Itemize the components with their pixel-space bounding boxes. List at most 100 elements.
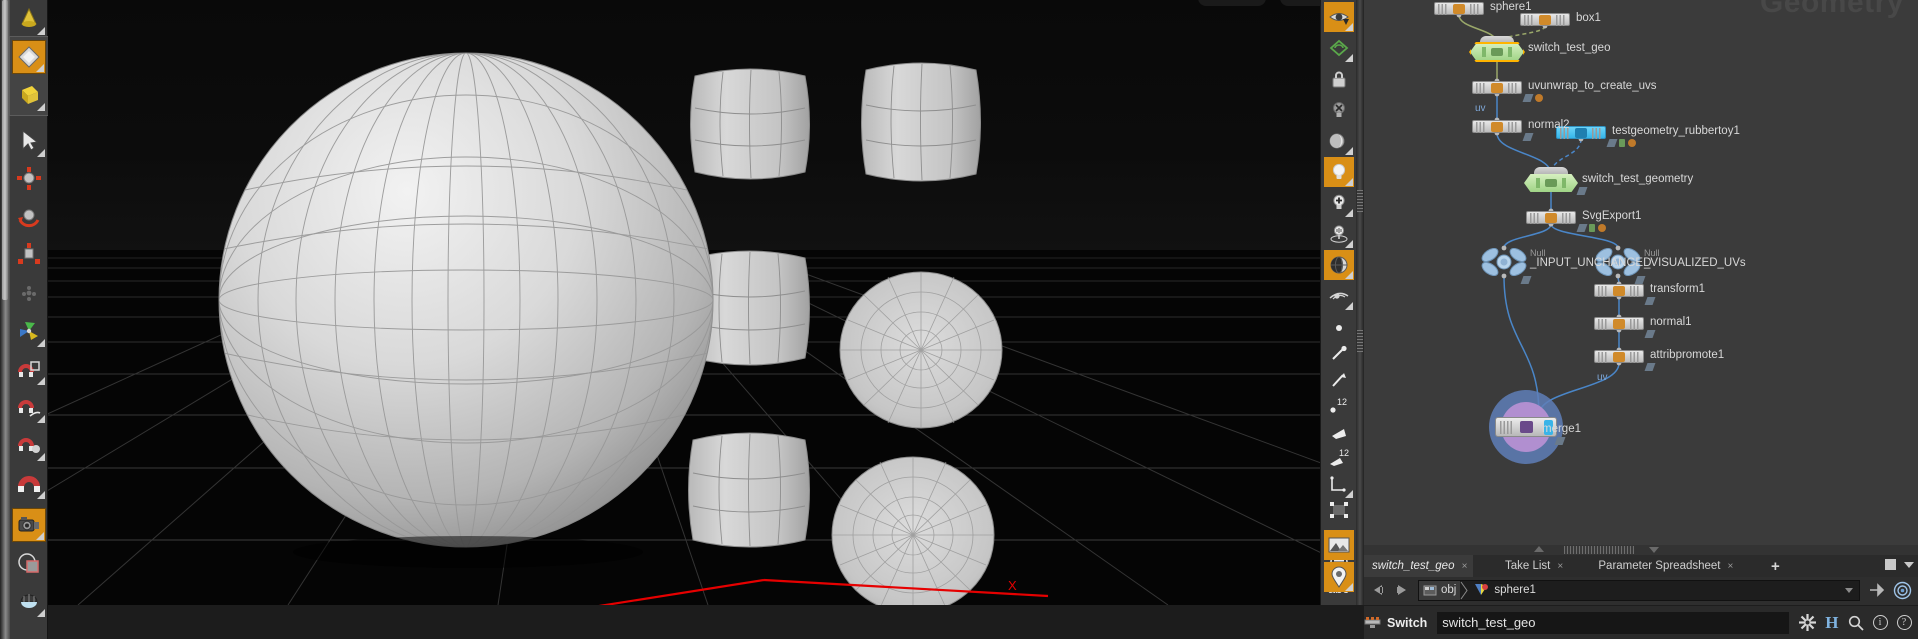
node-label-normal1: normal1 (1650, 316, 1692, 328)
path-input[interactable]: obj sphere1 (1418, 579, 1860, 601)
flag-comment[interactable] (1576, 187, 1588, 195)
node-normal1[interactable] (1594, 317, 1644, 330)
soft-tool[interactable] (12, 276, 46, 310)
node-transform1[interactable] (1594, 284, 1644, 297)
node-flags-normal2 (1522, 133, 1535, 141)
node-attribpromote1[interactable] (1594, 350, 1644, 363)
background-image[interactable] (1324, 530, 1354, 560)
tab-close-icon[interactable]: × (1728, 561, 1734, 572)
view-region-tool[interactable] (12, 546, 46, 580)
tab-switch-test-geo[interactable]: switch_test_geo × (1364, 555, 1474, 577)
viewport-widget-b[interactable] (1280, 0, 1320, 6)
flag-comment[interactable] (1644, 363, 1656, 371)
node-normal2[interactable] (1472, 120, 1522, 133)
path-dropdown-icon[interactable] (1845, 587, 1853, 593)
tab-close-icon[interactable]: × (1461, 561, 1467, 572)
flag-comment[interactable] (1634, 276, 1646, 284)
node-switch_test_geometry[interactable] (1524, 167, 1578, 194)
node-label-box1: box1 (1576, 12, 1601, 24)
crumb-obj[interactable]: obj (1419, 580, 1461, 600)
node-label-switch_test_geometry: switch_test_geometry (1582, 173, 1694, 185)
gear-icon[interactable] (1799, 614, 1817, 631)
flag-comment[interactable] (1606, 139, 1618, 147)
pose-tool[interactable] (12, 314, 46, 348)
node-_INPUT_UNCHANGED[interactable] (1480, 247, 1528, 277)
node-flags-testgeometry_rubbertoy1 (1606, 139, 1639, 147)
tab-add-button[interactable]: + (1763, 555, 1786, 577)
maximize-pane-button[interactable] (1885, 559, 1896, 570)
handle-tool[interactable] (12, 2, 46, 36)
display-options[interactable] (1324, 2, 1354, 32)
tab-label: Take List (1505, 560, 1551, 572)
3d-viewport[interactable]: X (48, 0, 1320, 605)
info-icon[interactable]: i (1872, 615, 1888, 630)
snap-point-tool[interactable] (12, 428, 46, 462)
pin-pane-icon[interactable] (1868, 582, 1886, 598)
secure-select-tool[interactable] (12, 78, 46, 112)
network-hscrollbar[interactable] (1364, 545, 1918, 555)
flag-badge[interactable] (1598, 224, 1606, 232)
tab-close-icon[interactable]: × (1557, 561, 1563, 572)
node-uvunwrap_to_create_uvs[interactable] (1472, 81, 1522, 94)
node-flags-SvgExport1 (1576, 224, 1609, 232)
flag-comment[interactable] (1522, 133, 1534, 141)
crumb-obj-label: obj (1441, 584, 1457, 596)
pane-menu-chevron-icon[interactable] (1904, 561, 1914, 568)
node-box1[interactable] (1520, 13, 1570, 26)
shading-mode[interactable] (1324, 250, 1354, 280)
flag-comment[interactable] (1644, 330, 1656, 338)
parameter-node-name[interactable]: switch_test_geo (1437, 611, 1790, 634)
splitter-handle-bottom[interactable] (1357, 330, 1363, 352)
snap-multi-tool[interactable] (12, 466, 46, 500)
left-tool-shelf (0, 0, 49, 639)
houdini-h-icon[interactable]: H (1825, 613, 1838, 633)
scale-tool[interactable] (12, 238, 46, 272)
headlight[interactable] (1324, 157, 1354, 187)
flag-badge[interactable] (1535, 94, 1543, 102)
place-light[interactable] (1324, 219, 1354, 249)
nav-forward-button[interactable] (1392, 580, 1412, 600)
flag-comment[interactable] (1576, 224, 1588, 232)
hide-other[interactable] (1324, 95, 1354, 125)
nav-back-button[interactable] (1368, 580, 1388, 600)
add-light[interactable] (1324, 188, 1354, 218)
crumb-sphere1[interactable]: sphere1 (1469, 581, 1540, 600)
tab-parameter-spreadsheet[interactable]: Parameter Spreadsheet × (1590, 555, 1739, 577)
material-display[interactable] (1324, 126, 1354, 156)
flag-comment[interactable] (1644, 297, 1656, 305)
flag-comment[interactable] (1522, 94, 1534, 102)
snap-grid-tool[interactable] (12, 352, 46, 386)
flag-comment[interactable] (1520, 276, 1532, 284)
barrel-2 (861, 62, 981, 182)
show-markers[interactable] (1324, 562, 1354, 592)
flag-badge[interactable] (1628, 139, 1636, 147)
viewport-widget-a[interactable] (1198, 0, 1266, 6)
flag-lock[interactable] (1619, 139, 1625, 147)
rotate-tool[interactable] (12, 200, 46, 234)
ghost-objects[interactable] (1324, 33, 1354, 63)
camera-tool[interactable] (12, 508, 46, 542)
lock-camera[interactable] (1324, 64, 1354, 94)
search-icon[interactable] (1848, 615, 1864, 631)
node-merge1[interactable] (1489, 390, 1589, 490)
flag-comment[interactable] (1554, 437, 1566, 445)
node-label-uvunwrap_to_create_uvs: uvunwrap_to_create_uvs (1528, 80, 1657, 92)
node-sphere1[interactable] (1434, 2, 1484, 15)
arrow-select-tool[interactable] (12, 124, 46, 158)
wire-shaded[interactable] (1324, 281, 1354, 311)
move-tool[interactable] (12, 162, 46, 196)
light-dome-tool[interactable] (12, 584, 46, 618)
flag-lock[interactable] (1589, 224, 1595, 232)
help-icon[interactable]: ? (1896, 615, 1912, 630)
node-label-testgeometry_rubbertoy1: testgeometry_rubbertoy1 (1612, 125, 1740, 137)
node-SvgExport1[interactable] (1526, 211, 1576, 224)
viewport-splitter[interactable] (1356, 0, 1364, 605)
tab-take-list[interactable]: Take List × (1497, 555, 1569, 577)
node-switch_test_geo[interactable] (1469, 36, 1525, 63)
splitter-handle-top[interactable] (1357, 190, 1363, 212)
network-editor[interactable]: Geometry sphere1 box1 switch_test_geo uv… (1364, 0, 1918, 555)
node-flags-switch_test_geometry (1576, 187, 1589, 195)
target-node-icon[interactable] (1893, 581, 1912, 600)
snap-prim-tool[interactable] (12, 390, 46, 424)
select-mode-tool[interactable] (12, 40, 46, 74)
